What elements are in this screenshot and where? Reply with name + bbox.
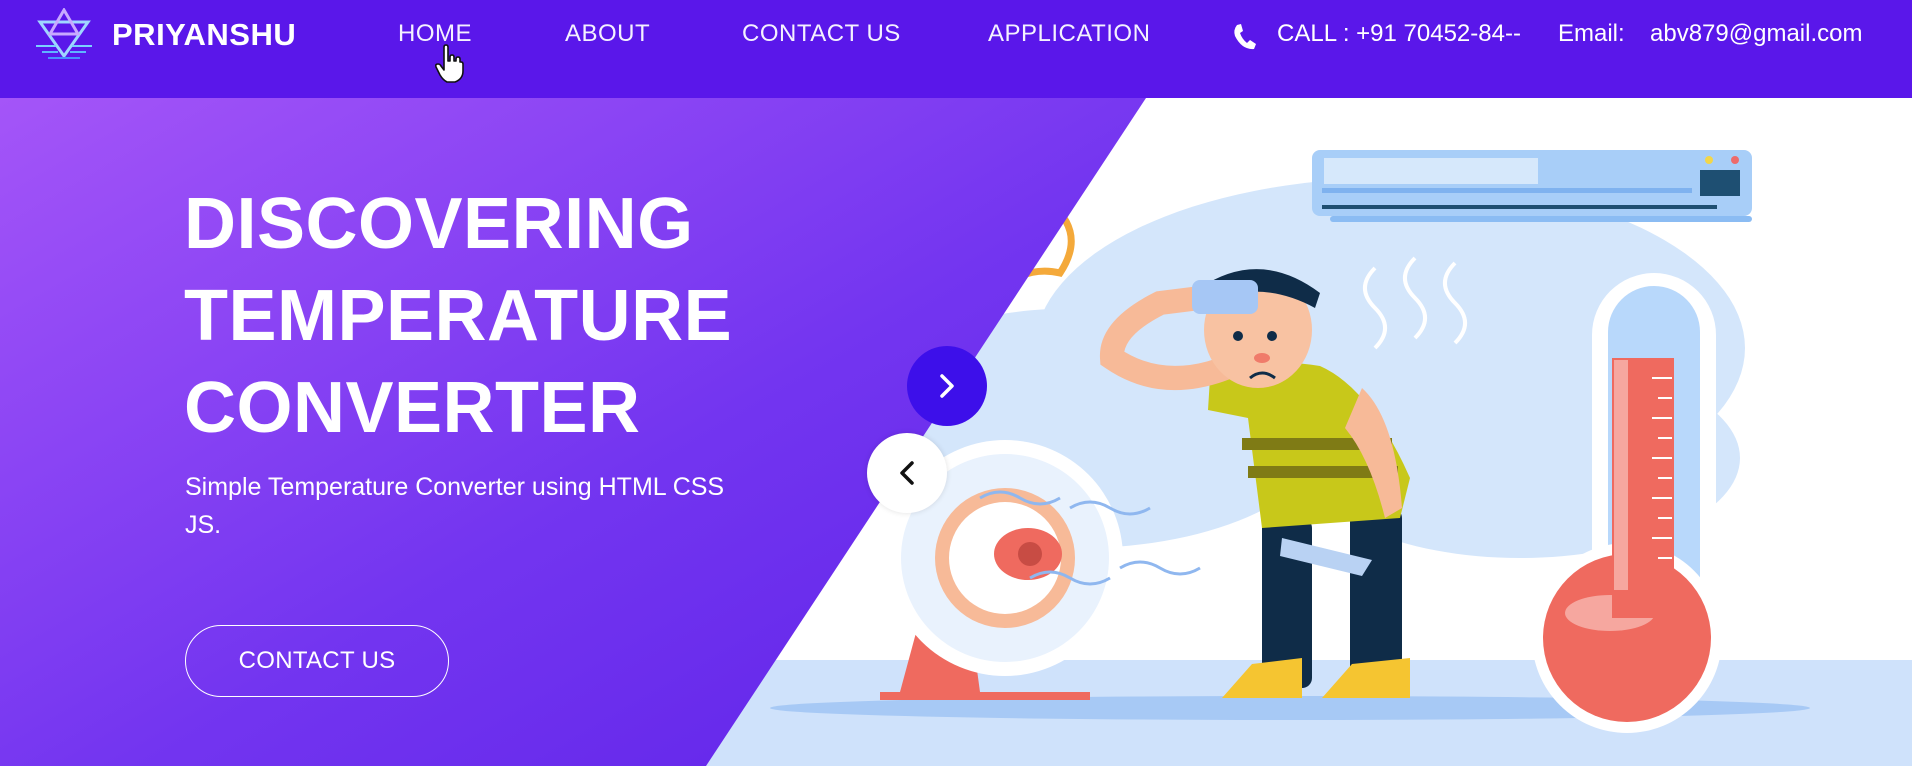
- nav-about-link[interactable]: ABOUT: [565, 20, 650, 48]
- nav-contact-link[interactable]: CONTACT US: [742, 20, 901, 48]
- chevron-right-icon: [940, 374, 954, 398]
- brand-name: PRIYANSHU: [112, 17, 297, 52]
- brand-link[interactable]: PRIYANSHU: [34, 8, 296, 62]
- slider-prev-button[interactable]: [867, 433, 947, 513]
- hero-title-line-3: CONVERTER: [184, 368, 641, 448]
- hero-section: DISCOVERING TEMPERATURE CONVERTER Simple…: [0, 98, 1912, 766]
- email-label: Email:: [1558, 20, 1625, 47]
- hero-title-line-2: TEMPERATURE: [184, 276, 733, 356]
- brand-logo-icon: [36, 8, 92, 59]
- hero-title-line-1: DISCOVERING: [184, 184, 694, 264]
- phone-icon: [1234, 24, 1256, 50]
- navbar: PRIYANSHU HOME ABOUT CONTACT US APPLICAT…: [0, 0, 1912, 98]
- contact-us-button[interactable]: CONTACT US: [185, 625, 449, 697]
- slider-next-button[interactable]: [907, 346, 987, 426]
- email-link[interactable]: abv879@gmail.com: [1650, 20, 1862, 48]
- hero-title: DISCOVERING TEMPERATURE CONVERTER: [184, 178, 732, 454]
- hand-cursor-icon: [434, 44, 464, 83]
- nav-application-link[interactable]: APPLICATION: [988, 20, 1150, 48]
- hero-subtitle: Simple Temperature Converter using HTML …: [185, 473, 725, 539]
- call-text: CALL : +91 70452-84--: [1277, 20, 1521, 47]
- chevron-left-icon: [900, 461, 914, 485]
